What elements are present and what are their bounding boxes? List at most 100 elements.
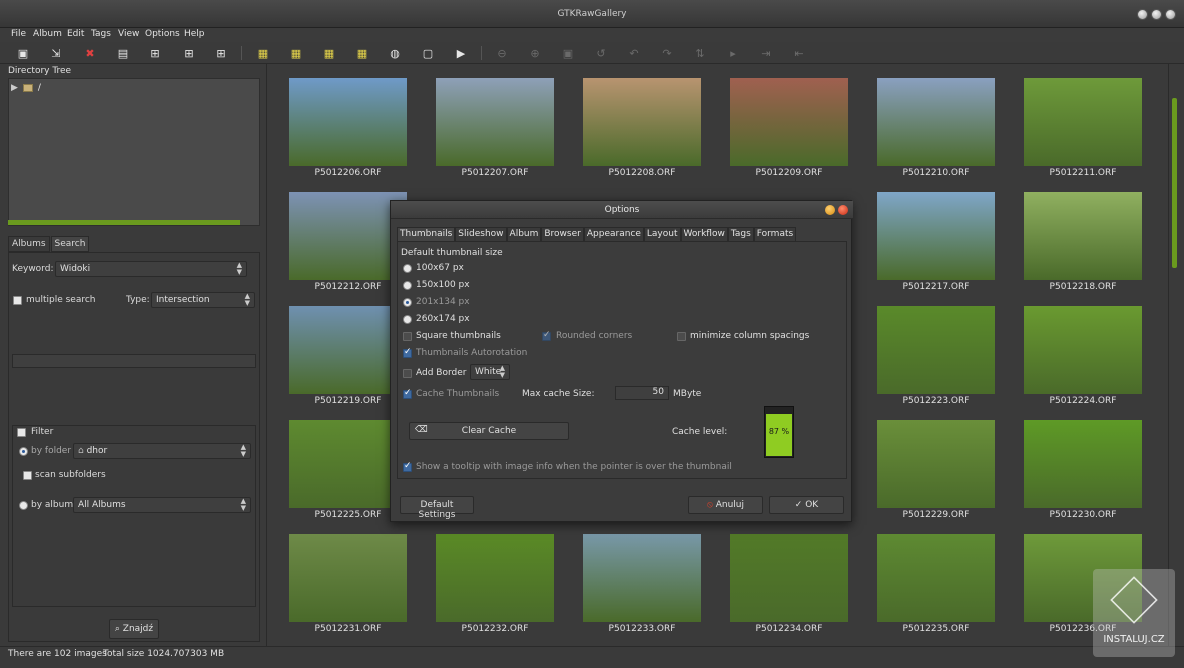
- rotate-right-icon[interactable]: ↷: [660, 46, 674, 60]
- delete-icon[interactable]: ✖: [83, 46, 97, 60]
- thumbnail-item[interactable]: P5012217.ORF: [876, 178, 996, 292]
- tab-albums[interactable]: Albums: [8, 236, 50, 252]
- tab-search[interactable]: Search: [50, 236, 90, 252]
- thumbnail-image[interactable]: [289, 78, 407, 166]
- album-combo[interactable]: All Albums ▲ ▼: [73, 497, 251, 513]
- thumbnail-item[interactable]: P5012223.ORF: [876, 292, 996, 406]
- size-260-radio[interactable]: [403, 315, 412, 324]
- cache-thumbnails-checkbox[interactable]: [403, 388, 412, 399]
- autorotation-checkbox[interactable]: [403, 347, 412, 358]
- keyword-combo[interactable]: Widoki ▲ ▼: [55, 261, 247, 277]
- by-folder-radio[interactable]: [19, 447, 28, 456]
- size-150-radio[interactable]: [403, 281, 412, 290]
- grid-medium-icon[interactable]: ⊞: [182, 46, 196, 60]
- thumbnail-item[interactable]: P5012211.ORF: [1023, 64, 1143, 178]
- square-thumbnails-checkbox[interactable]: [403, 332, 412, 341]
- thumbnail-item[interactable]: P5012235.ORF: [876, 520, 996, 634]
- by-album-radio[interactable]: [19, 501, 28, 510]
- menu-view[interactable]: View: [118, 29, 139, 39]
- cancel-button[interactable]: ⦸ Anuluj: [688, 496, 763, 514]
- page-icon[interactable]: ▤: [116, 46, 130, 60]
- directory-tree[interactable]: ▶ /: [8, 78, 260, 226]
- dialog-minimize-button[interactable]: [825, 205, 835, 215]
- fit-icon[interactable]: ▣: [561, 46, 575, 60]
- tab-appearance[interactable]: Appearance: [583, 227, 644, 241]
- thumbnail-item[interactable]: P5012224.ORF: [1023, 292, 1143, 406]
- filter-checkbox[interactable]: [17, 428, 26, 437]
- gallery-scrollbar[interactable]: [1168, 64, 1184, 646]
- thumbnail-item[interactable]: P5012232.ORF: [435, 520, 555, 634]
- clear-cache-button[interactable]: ⌫ Clear Cache: [409, 422, 569, 440]
- add-border-checkbox[interactable]: [403, 369, 412, 378]
- tree-row-root[interactable]: ▶ /: [11, 83, 41, 93]
- thumbnail-item[interactable]: P5012206.ORF: [288, 64, 408, 178]
- max-cache-input[interactable]: 50: [615, 386, 669, 400]
- thumbnail-image[interactable]: [730, 534, 848, 622]
- close-button[interactable]: [1165, 9, 1176, 20]
- thumbnail-image[interactable]: [877, 306, 995, 394]
- thumbnail-item[interactable]: P5012207.ORF: [435, 64, 555, 178]
- menu-file[interactable]: File: [11, 29, 26, 39]
- thumbnail-image[interactable]: [1024, 306, 1142, 394]
- thumbnail-image[interactable]: [583, 78, 701, 166]
- tab-tags[interactable]: Tags: [727, 227, 754, 241]
- rounded-corners-checkbox[interactable]: [542, 330, 551, 341]
- menu-edit[interactable]: Edit: [67, 29, 84, 39]
- type-combo[interactable]: Intersection ▲ ▼: [151, 292, 255, 308]
- open-folder-icon[interactable]: ▣: [16, 46, 30, 60]
- thumbnail-item[interactable]: P5012208.ORF: [582, 64, 702, 178]
- menu-tags[interactable]: Tags: [91, 29, 111, 39]
- tab-thumbnails[interactable]: Thumbnails: [397, 227, 456, 241]
- scrollbar-thumb[interactable]: [1172, 98, 1177, 268]
- menu-album[interactable]: Album: [33, 29, 62, 39]
- scan-subfolders-checkbox[interactable]: [23, 471, 32, 480]
- globe-icon[interactable]: ◍: [388, 46, 402, 60]
- thumbnail-item[interactable]: P5012218.ORF: [1023, 178, 1143, 292]
- border-color-combo[interactable]: White ▲ ▼: [470, 364, 510, 380]
- dialog-close-button[interactable]: [838, 205, 848, 215]
- rotate-left-90-icon[interactable]: ↶: [627, 46, 641, 60]
- ok-button[interactable]: ✓ OK: [769, 496, 844, 514]
- thumbnail-image[interactable]: [436, 534, 554, 622]
- thumbnail-item[interactable]: P5012233.ORF: [582, 520, 702, 634]
- thumbnail-image[interactable]: [877, 78, 995, 166]
- thumbnail-item[interactable]: P5012230.ORF: [1023, 406, 1143, 520]
- thumbnail-image[interactable]: [1024, 78, 1142, 166]
- thumbnail-item[interactable]: P5012231.ORF: [288, 520, 408, 634]
- tab-formats[interactable]: Formats: [753, 227, 797, 241]
- rotate-left-icon[interactable]: ↺: [594, 46, 608, 60]
- find-button[interactable]: ⌕ Znajdź: [109, 619, 159, 639]
- zoom-in-icon[interactable]: ⊕: [528, 46, 542, 60]
- expand-arrow-icon[interactable]: ▶: [11, 83, 18, 93]
- maximize-button[interactable]: [1151, 9, 1162, 20]
- thumbnail-image[interactable]: [1024, 420, 1142, 508]
- minimize-button[interactable]: [1137, 9, 1148, 20]
- import-icon[interactable]: ⇲: [49, 46, 63, 60]
- sort-date-icon[interactable]: ▦: [289, 46, 303, 60]
- next-icon[interactable]: ▸: [726, 46, 740, 60]
- flip-icon[interactable]: ⇅: [693, 46, 707, 60]
- size-100-radio[interactable]: [403, 264, 412, 273]
- menu-options[interactable]: Options: [145, 29, 180, 39]
- sort-type-icon[interactable]: ▦: [355, 46, 369, 60]
- default-settings-button[interactable]: Default Settings: [400, 496, 474, 520]
- minimize-spacing-checkbox[interactable]: [677, 332, 686, 341]
- thumbnail-image[interactable]: [289, 534, 407, 622]
- fullscreen-icon[interactable]: ▢: [421, 46, 435, 60]
- tab-album[interactable]: Album: [506, 227, 542, 241]
- forward-icon[interactable]: ⇥: [759, 46, 773, 60]
- thumbnail-image[interactable]: [877, 192, 995, 280]
- thumbnail-image[interactable]: [1024, 192, 1142, 280]
- sort-name-icon[interactable]: ▦: [256, 46, 270, 60]
- grid-large-icon[interactable]: ⊞: [214, 46, 228, 60]
- multiple-search-checkbox[interactable]: [13, 296, 22, 305]
- end-icon[interactable]: ⇤: [792, 46, 806, 60]
- thumbnail-image[interactable]: [436, 78, 554, 166]
- thumbnail-image[interactable]: [730, 78, 848, 166]
- thumbnail-item[interactable]: P5012229.ORF: [876, 406, 996, 520]
- menu-help[interactable]: Help: [184, 29, 205, 39]
- tab-browser[interactable]: Browser: [541, 227, 584, 241]
- search-results-field[interactable]: [12, 354, 256, 368]
- size-201-radio[interactable]: [403, 298, 412, 307]
- tab-workflow[interactable]: Workflow: [680, 227, 728, 241]
